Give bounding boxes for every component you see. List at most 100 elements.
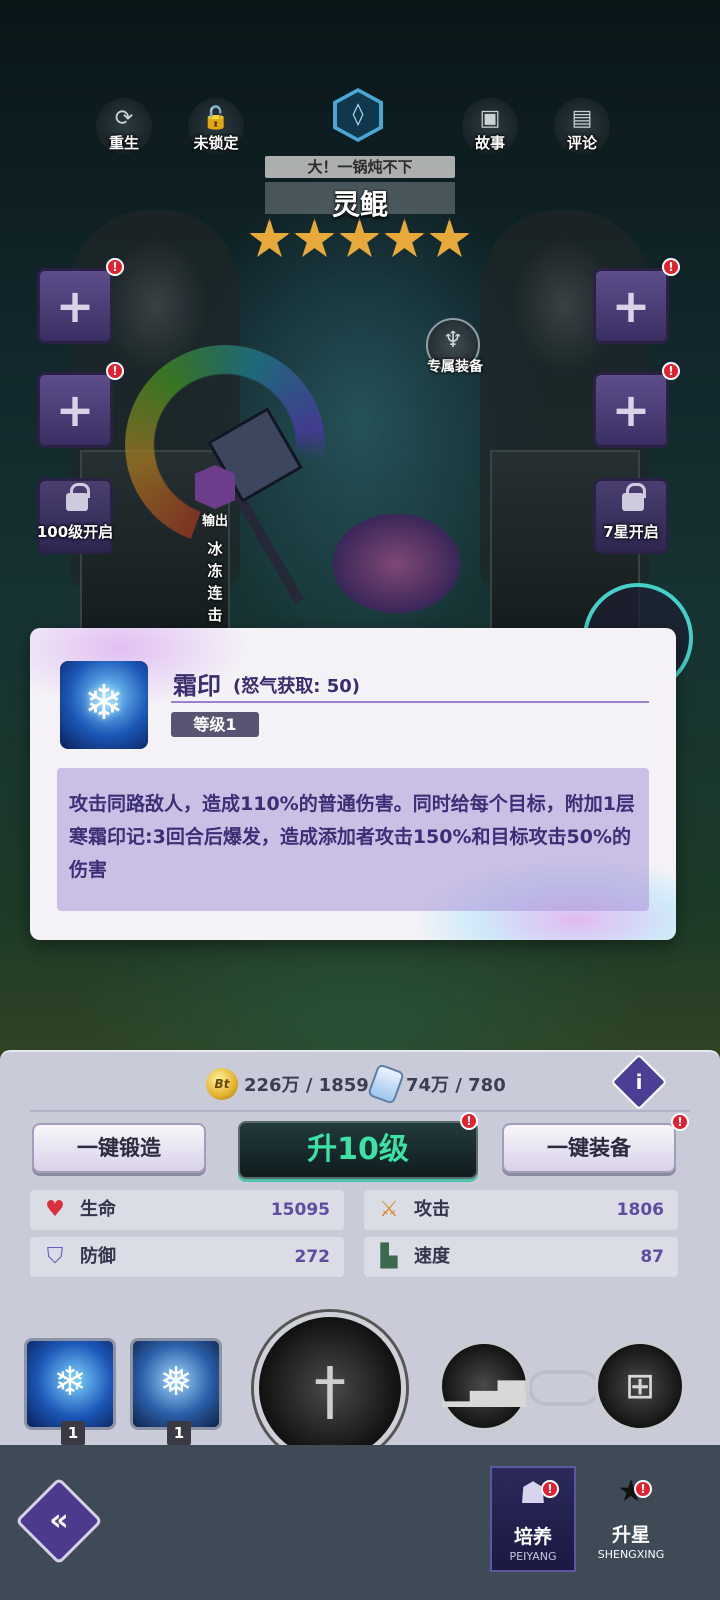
hierarchy-icon: ⊞ [624, 1366, 656, 1407]
plus-icon: + [611, 279, 651, 333]
skill-description: 攻击同路敌人，造成110%的普通伤害。同时给每个目标，附加1层寒霜印记:3回合后… [57, 768, 649, 911]
tab-label: 培养 [513, 1526, 552, 1548]
skill-level: 1 [61, 1421, 85, 1445]
hero-subtitle: 大！一锅炖不下 [265, 156, 455, 178]
info-icon: i [635, 1070, 643, 1094]
alert-badge: ! [662, 362, 680, 380]
equip-slot-right-2[interactable]: + [593, 372, 669, 448]
story-label: 故事 [474, 134, 505, 152]
stat-value: 15095 [270, 1200, 330, 1220]
chain-link-icon [528, 1370, 600, 1406]
comment-icon: ▤ [571, 106, 593, 131]
skill-icon: ❄ [60, 661, 148, 749]
locked-slot-label: 7星开启 [603, 523, 659, 541]
gold-amount: 226万 / 1859 [244, 1075, 369, 1096]
star-icon [428, 218, 471, 258]
equip-slot-left-1[interactable]: + [37, 268, 113, 344]
skill-rage: (怒气获取: 50) [233, 676, 360, 697]
shield-icon: ⛉ [46, 1244, 64, 1269]
forge-all-button[interactable]: 一键锻造 [32, 1123, 206, 1173]
star-icon [293, 218, 336, 258]
skill-level-badge: 等级1 [171, 712, 259, 737]
lock-icon [66, 483, 90, 511]
tab-sublabel: PEIYANG [509, 1550, 557, 1563]
cultivate-icon: ☗ [519, 1476, 547, 1511]
weapon-button[interactable]: † [254, 1312, 406, 1464]
lock-button[interactable]: 🔓 未锁定 [188, 98, 244, 154]
scroll-resource: 74万 / 780 [367, 1063, 506, 1105]
rebirth-label: 重生 [108, 134, 139, 152]
sword-emblem-icon: † [314, 1355, 346, 1429]
alert-badge: ! [541, 1480, 559, 1498]
stats-chart-button[interactable]: ▁▃▅ [438, 1340, 530, 1432]
alert-badge: ! [671, 1113, 689, 1131]
tab-label: 升星 [611, 1524, 650, 1546]
alert-badge: ! [634, 1480, 652, 1498]
lock-icon [622, 483, 646, 511]
hero-tags: 冰冻连击 [207, 540, 223, 624]
snowflake-icon: ❄ [83, 675, 125, 731]
skill-slot-1[interactable]: ❄ 1 [24, 1338, 116, 1445]
equip-all-button[interactable]: 一键装备 [502, 1123, 676, 1173]
scroll-icon [367, 1063, 405, 1105]
role-icon [195, 465, 235, 509]
double-chevron-left-icon: « [49, 1503, 69, 1538]
skill-detail-popup: ❄ 霜印 (怒气获取: 50) 等级1 攻击同路敌人，造成110%的普通伤害。同… [30, 628, 676, 940]
stat-label: 生命 [80, 1199, 116, 1220]
scroll-amount: 74万 / 780 [406, 1075, 506, 1096]
comment-button[interactable]: ▤ 评论 [554, 98, 610, 154]
snowflake-icon: ❄ [53, 1359, 87, 1405]
comment-label: 评论 [566, 134, 597, 152]
stat-value: 1806 [616, 1200, 664, 1220]
tab-cultivate[interactable]: ☗ 培养 PEIYANG [490, 1466, 576, 1572]
stat-value: 272 [294, 1247, 331, 1267]
role-label: 输出 [201, 514, 228, 529]
plus-icon: + [55, 279, 95, 333]
stat-label: 防御 [80, 1246, 116, 1267]
gold-coin-icon: Bt [206, 1068, 238, 1100]
frost-icon: ❅ [159, 1359, 193, 1405]
stat-hp: ♥ 生命 15095 [30, 1190, 344, 1230]
bar-chart-icon: ▁▃▅ [442, 1366, 526, 1407]
class-badge-icon: ◊ [337, 92, 379, 138]
alert-badge: ! [662, 258, 680, 276]
stat-label: 速度 [414, 1246, 450, 1267]
divider [30, 1110, 690, 1112]
rebirth-button[interactable]: ⟳ 重生 [96, 98, 152, 154]
equip-slot-left-locked[interactable]: 100级开启 [37, 478, 113, 554]
equip-slot-right-locked[interactable]: 7星开启 [593, 478, 669, 554]
skill-name: 霜印 [173, 672, 221, 700]
skill-level: 1 [167, 1421, 191, 1445]
stat-label: 攻击 [414, 1199, 450, 1220]
locked-slot-label: 100级开启 [36, 523, 114, 541]
alert-badge: ! [106, 258, 124, 276]
story-icon: ▣ [479, 106, 501, 131]
level-up-button[interactable]: 升10级 [238, 1121, 478, 1179]
tab-star-up[interactable]: ★ 升星 SHENGXING [588, 1466, 674, 1572]
star-icon [383, 218, 426, 258]
exclusive-equip-label: 专属装备 [427, 359, 483, 375]
equip-slot-right-1[interactable]: + [593, 268, 669, 344]
skill-tree-button[interactable]: ⊞ [594, 1340, 686, 1432]
exclusive-equip-icon: ♆ [443, 328, 463, 353]
lock-label: 未锁定 [193, 134, 239, 152]
rebirth-icon: ⟳ [114, 106, 134, 131]
star-icon [248, 218, 291, 258]
stat-defense: ⛉ 防御 272 [30, 1237, 344, 1277]
alert-badge: ! [460, 1112, 478, 1130]
plus-icon: + [55, 383, 95, 437]
skill-slot-2[interactable]: ❅ 1 [130, 1338, 222, 1445]
alert-badge: ! [106, 362, 124, 380]
hero-name: 灵鲲 [331, 188, 388, 221]
boot-icon: ▙ [380, 1244, 398, 1269]
story-button[interactable]: ▣ 故事 [462, 98, 518, 154]
unlock-icon: 🔓 [202, 106, 230, 131]
equip-slot-left-2[interactable]: + [37, 372, 113, 448]
stat-attack: ⚔ 攻击 1806 [364, 1190, 678, 1230]
divider [171, 701, 649, 703]
tab-sublabel: SHENGXING [597, 1548, 665, 1561]
gold-resource: Bt 226万 / 1859 [206, 1067, 369, 1101]
plus-icon: + [611, 383, 651, 437]
star-up-icon: ★ [617, 1474, 645, 1509]
star-icon [338, 218, 381, 258]
